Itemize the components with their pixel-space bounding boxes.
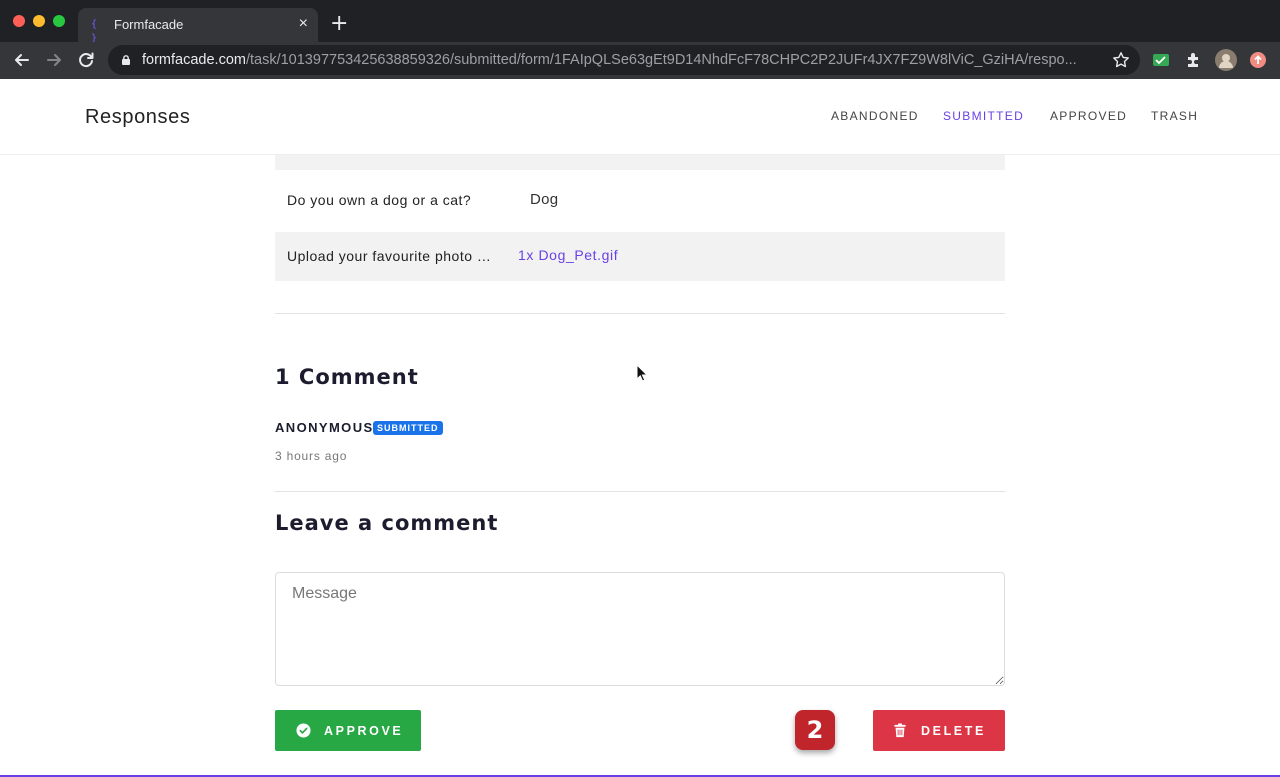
browser-toolbar: formfacade.com/task/10139775342563885932… [0,42,1280,79]
status-badge: SUBMITTED [373,421,443,435]
tab-close-icon[interactable]: × [299,16,308,32]
previous-answer-row [275,155,1005,170]
forward-arrow-icon[interactable] [43,49,65,71]
nav-link-trash[interactable]: TRASH [1151,109,1198,123]
mouse-cursor-icon [636,364,648,382]
new-tab-button[interactable]: + [330,13,348,35]
app-header: Responses ABANDONED SUBMITTED APPROVED T… [0,79,1280,155]
browser-tab[interactable]: { } Formfacade × [78,8,318,44]
lock-icon [122,55,130,65]
uploaded-file-link[interactable]: 1x Dog_Pet.gif [518,247,618,263]
minimize-window-button[interactable] [33,15,45,27]
tab-title: Formfacade [114,17,184,32]
answer-row: Upload your favourite photo of your pet … [275,232,1005,281]
url-text: formfacade.com/task/10139775342563885932… [142,52,1077,69]
extensions-puzzle-icon[interactable] [1184,50,1204,70]
divider [275,313,1005,314]
leave-comment-heading: Leave a comment [275,511,499,535]
answer-row: Do you own a dog or a cat? Dog [275,176,1005,225]
back-arrow-icon[interactable] [11,49,33,71]
url-host: formfacade.com [142,52,246,68]
url-path: /task/101397753425638859326/submitted/fo… [245,52,1077,68]
approve-label: APPROVE [324,724,404,738]
question-label: Do you own a dog or a cat? [287,192,472,208]
upload-extension-icon[interactable] [1248,50,1268,70]
answer-value: Dog [530,191,559,208]
reload-icon[interactable] [75,49,97,71]
question-label: Upload your favourite photo of your pet [287,248,495,264]
nav-link-submitted[interactable]: SUBMITTED [943,109,1024,123]
trash-icon [894,723,906,738]
comments-heading: 1 Comment [275,365,419,389]
bookmark-star-icon[interactable] [1112,51,1130,69]
delete-button[interactable]: DELETE [873,710,1005,751]
delete-label: DELETE [921,724,986,738]
message-input[interactable] [275,572,1005,686]
divider [275,491,1005,492]
formfacade-favicon-icon: { } [91,19,98,44]
nav-link-abandoned[interactable]: ABANDONED [831,109,919,123]
nav-link-approved[interactable]: APPROVED [1050,109,1127,123]
comment-author: ANONYMOUS [275,420,374,435]
step-number-badge: 2 [795,710,835,750]
check-circle-icon [296,723,311,738]
close-window-button[interactable] [13,15,25,27]
profile-avatar-icon[interactable] [1215,49,1237,71]
mail-extension-icon[interactable] [1151,50,1171,70]
browser-chrome: { } Formfacade × + formfacade.com/task/1… [0,0,1280,79]
maximize-window-button[interactable] [53,15,65,27]
approve-button[interactable]: APPROVE [275,710,421,751]
address-bar[interactable]: formfacade.com/task/10139775342563885932… [108,45,1140,75]
comment-timestamp: 3 hours ago [275,449,348,463]
page-title: Responses [85,106,191,128]
